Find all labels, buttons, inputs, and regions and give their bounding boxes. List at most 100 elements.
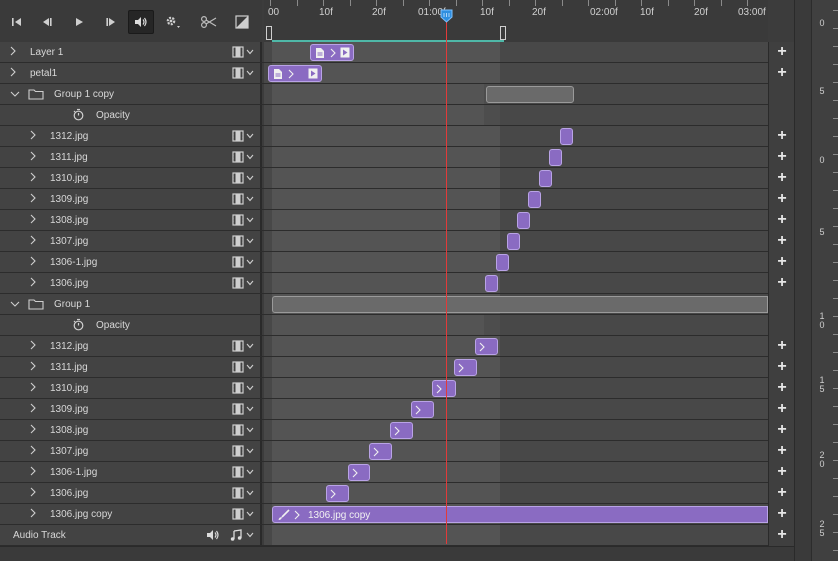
film-strip-icon[interactable] [232,403,244,418]
clip-end-icon[interactable] [308,68,318,82]
previous-frame-button[interactable] [34,10,60,34]
film-strip-icon[interactable] [232,382,244,397]
add-media-plus-icon[interactable]: + [775,527,789,543]
film-strip-icon[interactable] [232,508,244,523]
layer-row[interactable]: 1310.jpg [0,378,768,399]
layer-clip[interactable] [310,44,354,61]
add-media-plus-icon[interactable]: + [775,128,789,144]
track-lane[interactable] [264,420,768,440]
layer-row[interactable]: 1307.jpg [0,231,768,252]
chevron-down-icon[interactable] [246,446,254,457]
track-header[interactable]: Layer 1 [0,42,262,62]
group-row[interactable]: Group 1 [0,294,768,315]
layer-row[interactable]: 1308.jpg [0,210,768,231]
track-header[interactable]: 1311.jpg [0,357,262,377]
chevron-right-icon[interactable] [373,447,379,460]
chevron-right-icon[interactable] [30,277,40,289]
track-header[interactable]: 1306.jpg [0,483,262,503]
add-media-plus-icon[interactable]: + [775,44,789,60]
layer-row[interactable]: 1310.jpg [0,168,768,189]
chevron-right-icon[interactable] [30,130,40,142]
layer-clip[interactable] [411,401,434,418]
track-header[interactable]: 1306-1.jpg [0,462,262,482]
film-strip-icon[interactable] [232,46,244,61]
chevron-right-icon[interactable] [30,340,40,352]
track-lane[interactable] [264,147,768,167]
film-strip-icon[interactable] [232,424,244,439]
track-header[interactable]: 1311.jpg [0,147,262,167]
track-lane[interactable] [264,399,768,419]
layer-clip[interactable] [517,212,530,229]
film-strip-icon[interactable] [232,151,244,166]
add-media-plus-icon[interactable]: + [775,485,789,501]
transition-button[interactable] [229,10,255,34]
film-strip-icon[interactable] [232,172,244,187]
track-lane[interactable] [264,252,768,272]
add-media-plus-icon[interactable]: + [775,380,789,396]
film-strip-icon[interactable] [232,445,244,460]
film-strip-icon[interactable] [232,130,244,145]
layer-row[interactable]: 1306.jpg [0,273,768,294]
chevron-down-icon[interactable] [246,425,254,436]
stopwatch-icon[interactable] [72,318,85,334]
track-lane[interactable] [264,168,768,188]
chevron-right-icon[interactable] [458,363,464,376]
track-lane[interactable] [264,210,768,230]
playhead-handle-icon[interactable] [440,9,453,23]
add-media-plus-icon[interactable]: + [775,506,789,522]
chevron-right-icon[interactable] [30,382,40,394]
layer-row[interactable]: 1312.jpg [0,336,768,357]
layer-row[interactable]: Layer 1 [0,42,768,63]
chevron-right-icon[interactable] [288,69,294,82]
track-lane[interactable] [264,441,768,461]
chevron-right-icon[interactable] [330,489,336,502]
property-row[interactable]: Opacity [0,315,768,336]
add-media-plus-icon[interactable]: + [775,191,789,207]
track-header[interactable]: Group 1 copy [0,84,262,104]
layer-row[interactable]: 1306-1.jpg [0,252,768,273]
chevron-right-icon[interactable] [30,445,40,457]
track-header[interactable]: 1312.jpg [0,336,262,356]
film-strip-icon[interactable] [232,235,244,250]
layer-clip[interactable] [390,422,413,439]
layer-clip[interactable] [475,338,498,355]
film-strip-icon[interactable] [232,340,244,355]
add-media-plus-icon[interactable]: + [775,65,789,81]
chevron-right-icon[interactable] [30,508,40,520]
track-header[interactable]: 1307.jpg [0,441,262,461]
chevron-down-icon[interactable] [246,467,254,478]
track-header[interactable]: Group 1 [0,294,262,314]
chevron-down-icon[interactable] [246,215,254,226]
next-frame-button[interactable] [98,10,124,34]
track-lane[interactable] [264,105,768,125]
layer-row[interactable]: 1309.jpg [0,399,768,420]
film-strip-icon[interactable] [232,193,244,208]
layer-row[interactable]: 1311.jpg [0,147,768,168]
film-strip-icon[interactable] [232,256,244,271]
film-strip-icon[interactable] [232,361,244,376]
layer-clip[interactable] [432,380,456,397]
add-media-plus-icon[interactable]: + [775,422,789,438]
add-media-plus-icon[interactable]: + [775,149,789,165]
chevron-right-icon[interactable] [30,466,40,478]
chevron-right-icon[interactable] [30,424,40,436]
film-strip-icon[interactable] [232,277,244,292]
chevron-right-icon[interactable] [352,468,358,481]
chevron-down-icon[interactable] [246,530,254,541]
chevron-down-icon[interactable] [246,257,254,268]
chevron-right-icon[interactable] [30,214,40,226]
chevron-down-icon[interactable] [246,152,254,163]
layer-clip[interactable] [454,359,477,376]
layer-clip[interactable] [507,233,520,250]
chevron-down-icon[interactable] [10,91,20,103]
track-header[interactable]: 1312.jpg [0,126,262,146]
layer-clip[interactable] [560,128,573,145]
chevron-down-icon[interactable] [246,404,254,415]
layer-row[interactable]: 1309.jpg [0,189,768,210]
chevron-right-icon[interactable] [30,193,40,205]
layer-row[interactable]: 1311.jpg [0,357,768,378]
add-media-plus-icon[interactable]: + [775,212,789,228]
audio-track-row[interactable]: Audio Track [0,525,768,546]
playhead-line[interactable] [446,20,447,544]
track-header[interactable]: 1309.jpg [0,399,262,419]
